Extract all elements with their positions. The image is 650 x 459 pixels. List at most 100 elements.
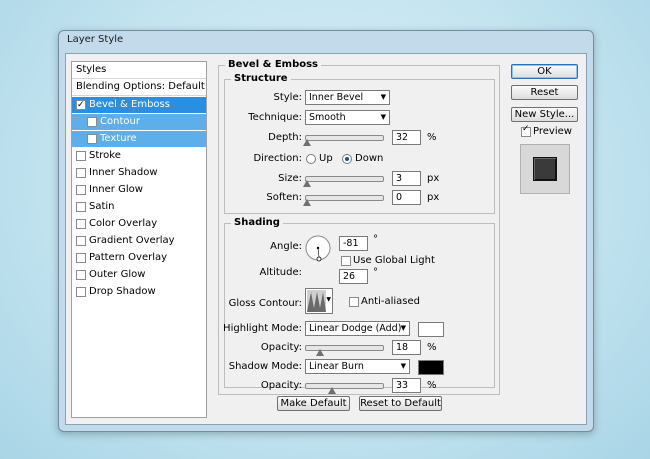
highlight-opacity-thumb[interactable] xyxy=(316,349,324,356)
direction-up-radio[interactable] xyxy=(306,154,316,164)
highlight-mode-value: Linear Dodge (Add) xyxy=(309,323,402,334)
chevron-down-icon: ▼ xyxy=(400,324,406,332)
highlight-opacity-label: Opacity: xyxy=(260,342,302,353)
angle-label: Angle: xyxy=(270,241,302,252)
shading-group: Shading Angle: -81 ° Use Global Light Al… xyxy=(223,217,495,394)
gradient-overlay-checkbox[interactable] xyxy=(76,236,86,246)
angle-dial-icon[interactable] xyxy=(305,235,333,263)
bevel-emboss-checkbox[interactable] xyxy=(76,97,86,113)
style-item-contour[interactable]: Contour xyxy=(72,114,206,130)
shadow-mode-label: Shadow Mode: xyxy=(228,361,302,372)
highlight-opacity-unit: % xyxy=(427,342,437,353)
global-light-checkbox[interactable] xyxy=(341,256,351,266)
style-item-texture[interactable]: Texture xyxy=(72,131,206,147)
preview-checkbox[interactable] xyxy=(521,124,531,137)
direction-down-radio[interactable] xyxy=(342,154,352,164)
make-default-button[interactable]: Make Default xyxy=(277,396,350,411)
color-overlay-checkbox[interactable] xyxy=(76,219,86,229)
shadow-mode-select[interactable]: Linear Burn ▼ xyxy=(305,359,410,374)
soften-slider[interactable] xyxy=(303,195,384,206)
style-item-inner-glow[interactable]: Inner Glow xyxy=(72,182,206,198)
shadow-opacity-thumb[interactable] xyxy=(328,387,336,394)
shadow-color-swatch[interactable] xyxy=(418,360,444,375)
pattern-overlay-label: Pattern Overlay xyxy=(89,252,168,263)
technique-select[interactable]: Smooth ▼ xyxy=(305,110,390,125)
style-item-outer-glow[interactable]: Outer Glow xyxy=(72,267,206,283)
anti-aliased-label: Anti-aliased xyxy=(361,296,421,307)
structure-group: Structure Style: Inner Bevel ▼ Technique:… xyxy=(224,73,495,214)
style-item-satin[interactable]: Satin xyxy=(72,199,206,215)
direction-down-label: Down xyxy=(355,153,384,164)
anti-aliased-checkbox[interactable] xyxy=(349,297,359,307)
reset-to-default-button[interactable]: Reset to Default xyxy=(359,396,442,411)
stroke-checkbox[interactable] xyxy=(76,151,86,161)
depth-slider-thumb[interactable] xyxy=(303,139,311,146)
depth-slider[interactable] xyxy=(303,135,384,146)
satin-label: Satin xyxy=(89,201,115,212)
pattern-overlay-checkbox[interactable] xyxy=(76,253,86,263)
styles-list: Styles Blending Options: Default Bevel &… xyxy=(71,61,207,418)
outer-glow-label: Outer Glow xyxy=(89,269,146,280)
reset-button[interactable]: Reset xyxy=(511,85,578,100)
angle-input[interactable]: -81 xyxy=(339,236,368,251)
shadow-opacity-label: Opacity: xyxy=(260,380,302,391)
color-overlay-label: Color Overlay xyxy=(89,218,158,229)
window-title: Layer Style xyxy=(67,34,124,45)
size-input[interactable]: 3 xyxy=(392,171,421,186)
texture-checkbox[interactable] xyxy=(87,134,97,144)
inner-shadow-checkbox[interactable] xyxy=(76,168,86,178)
style-item-drop-shadow[interactable]: Drop Shadow xyxy=(72,284,206,300)
outer-glow-checkbox[interactable] xyxy=(76,270,86,280)
direction-up-label: Up xyxy=(319,153,333,164)
style-select-value: Inner Bevel xyxy=(309,92,364,103)
soften-input[interactable]: 0 xyxy=(392,190,421,205)
altitude-input[interactable]: 26 xyxy=(339,269,368,284)
new-style-button[interactable]: New Style... xyxy=(511,107,578,122)
style-item-inner-shadow[interactable]: Inner Shadow xyxy=(72,165,206,181)
highlight-mode-select[interactable]: Linear Dodge (Add) ▼ xyxy=(305,321,410,336)
depth-input[interactable]: 32 xyxy=(392,130,421,145)
angle-unit: ° xyxy=(373,234,378,245)
contour-label: Contour xyxy=(100,116,140,127)
styles-header[interactable]: Styles xyxy=(72,62,206,79)
style-item-stroke[interactable]: Stroke xyxy=(72,148,206,164)
style-item-pattern-overlay[interactable]: Pattern Overlay xyxy=(72,250,206,266)
contour-checkbox[interactable] xyxy=(87,117,97,127)
style-label: Style: xyxy=(273,92,303,103)
style-select[interactable]: Inner Bevel ▼ xyxy=(305,90,390,105)
ok-button[interactable]: OK xyxy=(511,64,578,79)
gradient-overlay-label: Gradient Overlay xyxy=(89,235,175,246)
altitude-label: Altitude: xyxy=(259,267,302,278)
shadow-opacity-slider[interactable] xyxy=(305,383,384,394)
size-label: Size: xyxy=(278,173,302,184)
blending-options-item[interactable]: Blending Options: Default xyxy=(72,79,206,96)
bevel-emboss-group: Bevel & Emboss Structure Style: Inner Be… xyxy=(218,59,500,395)
satin-checkbox[interactable] xyxy=(76,202,86,212)
highlight-opacity-input[interactable]: 18 xyxy=(392,340,421,355)
dialog-client: Styles Blending Options: Default Bevel &… xyxy=(65,53,587,425)
inner-glow-checkbox[interactable] xyxy=(76,185,86,195)
shadow-opacity-input[interactable]: 33 xyxy=(392,378,421,393)
soften-slider-thumb[interactable] xyxy=(303,199,311,206)
shading-title: Shading xyxy=(231,217,283,228)
inner-glow-label: Inner Glow xyxy=(89,184,143,195)
drop-shadow-checkbox[interactable] xyxy=(76,287,86,297)
gloss-contour-picker[interactable]: ▼ xyxy=(305,288,333,314)
soften-unit: px xyxy=(427,192,440,203)
style-preview-thumbnail xyxy=(520,144,570,194)
highlight-color-swatch[interactable] xyxy=(418,322,444,337)
style-item-color-overlay[interactable]: Color Overlay xyxy=(72,216,206,232)
size-unit: px xyxy=(427,173,440,184)
direction-label: Direction: xyxy=(253,153,302,164)
style-item-bevel-emboss[interactable]: Bevel & Emboss xyxy=(72,97,206,113)
size-slider[interactable] xyxy=(303,176,384,187)
depth-label: Depth: xyxy=(268,132,302,143)
style-item-gradient-overlay[interactable]: Gradient Overlay xyxy=(72,233,206,249)
layer-style-dialog: Layer Style Styles Blending Options: Def… xyxy=(58,30,594,432)
chevron-down-icon: ▼ xyxy=(380,113,386,121)
altitude-unit: ° xyxy=(373,267,378,278)
chevron-down-icon: ▼ xyxy=(326,296,331,303)
size-slider-thumb[interactable] xyxy=(303,180,311,187)
highlight-opacity-slider[interactable] xyxy=(305,345,384,356)
technique-select-value: Smooth xyxy=(309,112,346,123)
